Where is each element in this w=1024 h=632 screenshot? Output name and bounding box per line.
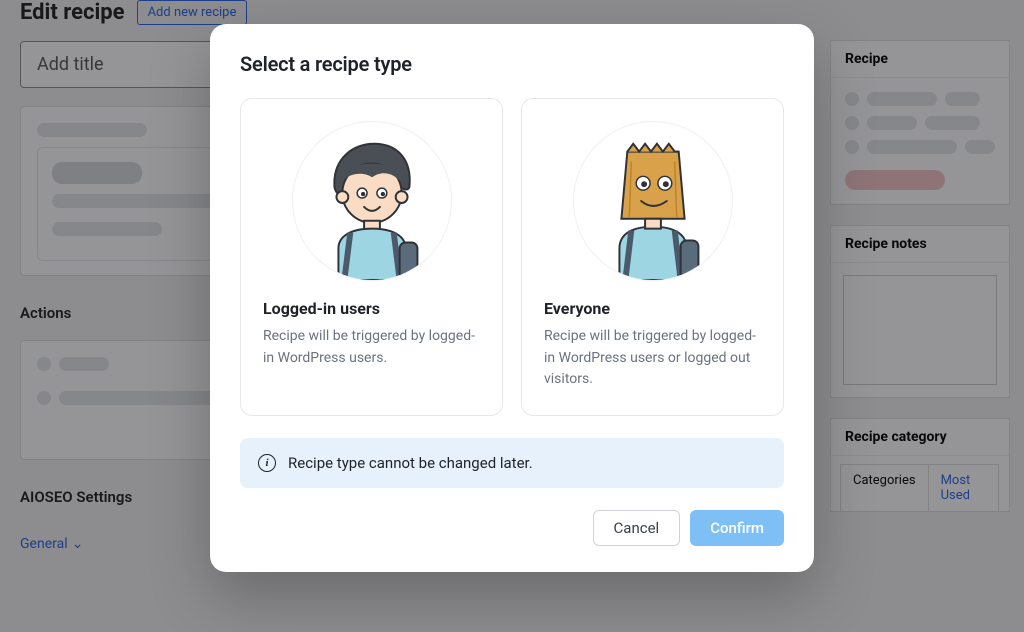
recipe-type-modal: Select a recipe type	[210, 24, 814, 572]
option-title-everyone: Everyone	[544, 299, 761, 318]
info-icon: i	[258, 454, 276, 472]
logged-in-user-illustration	[292, 121, 452, 281]
confirm-button[interactable]: Confirm	[690, 510, 784, 546]
option-card-logged-in[interactable]: Logged-in users Recipe will be triggered…	[240, 98, 503, 416]
option-card-everyone[interactable]: Everyone Recipe will be triggered by log…	[521, 98, 784, 416]
modal-title: Select a recipe type	[240, 52, 784, 76]
everyone-illustration	[573, 121, 733, 281]
info-text: Recipe type cannot be changed later.	[288, 454, 533, 472]
modal-footer: Cancel Confirm	[240, 510, 784, 546]
option-desc-everyone: Recipe will be triggered by logged-in Wo…	[544, 326, 761, 391]
option-desc-logged-in: Recipe will be triggered by logged-in Wo…	[263, 326, 480, 369]
recipe-type-options: Logged-in users Recipe will be triggered…	[240, 98, 784, 416]
option-title-logged-in: Logged-in users	[263, 299, 480, 318]
cancel-button[interactable]: Cancel	[593, 510, 681, 546]
info-banner: i Recipe type cannot be changed later.	[240, 438, 784, 488]
